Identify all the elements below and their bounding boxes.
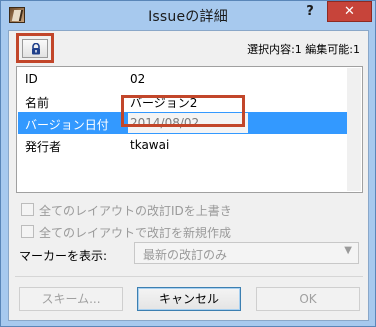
property-key: バージョン日付 xyxy=(25,118,109,132)
marker-display-dropdown[interactable]: 最新の改訂のみ ▼ xyxy=(134,242,359,264)
checkbox-label: 全てのレイアウトで改訂を新規作成 xyxy=(39,226,232,240)
title-bar[interactable]: Issueの詳細 ? ✕ xyxy=(1,1,375,29)
overwrite-revision-id-checkbox[interactable] xyxy=(21,203,34,216)
lock-button[interactable] xyxy=(22,39,48,58)
scrollbar[interactable] xyxy=(347,68,361,191)
table-row[interactable]: ID 02 xyxy=(18,68,361,90)
marker-display-label: マーカーを表示: xyxy=(19,249,108,263)
create-new-revision-option: 全てのレイアウトで改訂を新規作成 xyxy=(21,224,351,240)
selection-info: 選択内容:1 編集可能:1 xyxy=(247,43,360,56)
scheme-button[interactable]: スキーム... xyxy=(19,287,123,311)
property-value: 02 xyxy=(130,72,146,86)
divider xyxy=(15,276,363,277)
cancel-button[interactable]: キャンセル xyxy=(137,287,241,311)
create-new-revision-checkbox[interactable] xyxy=(21,225,34,238)
checkbox-label: 全てのレイアウトの改訂IDを上書き xyxy=(39,204,232,218)
lock-highlight-box xyxy=(16,33,54,63)
properties-table[interactable]: ID 02 名前 バージョン2 バージョン日付 2014/08/02 発行者 t… xyxy=(16,66,363,193)
property-key: 名前 xyxy=(25,96,50,110)
help-button[interactable]: ? xyxy=(297,2,323,22)
ok-button[interactable]: OK xyxy=(256,287,360,311)
overwrite-revision-id-option: 全てのレイアウトの改訂IDを上書き xyxy=(21,202,351,218)
date-highlight-box xyxy=(121,95,245,127)
chevron-down-icon: ▼ xyxy=(344,245,352,256)
issue-details-dialog: Issueの詳細 ? ✕ 選択内容:1 編集可能:1 ID 02 名前 バージョ… xyxy=(0,0,376,327)
close-button[interactable]: ✕ xyxy=(327,1,372,22)
dialog-body: 選択内容:1 編集可能:1 ID 02 名前 バージョン2 バージョン日付 20… xyxy=(8,30,369,321)
marker-display-value: 最新の改訂のみ xyxy=(143,248,228,262)
property-key: ID xyxy=(25,72,38,86)
lock-icon xyxy=(32,43,40,55)
property-value: tkawai xyxy=(130,138,170,152)
table-row[interactable]: 発行者 tkawai xyxy=(18,134,361,156)
property-key: 発行者 xyxy=(25,140,62,154)
